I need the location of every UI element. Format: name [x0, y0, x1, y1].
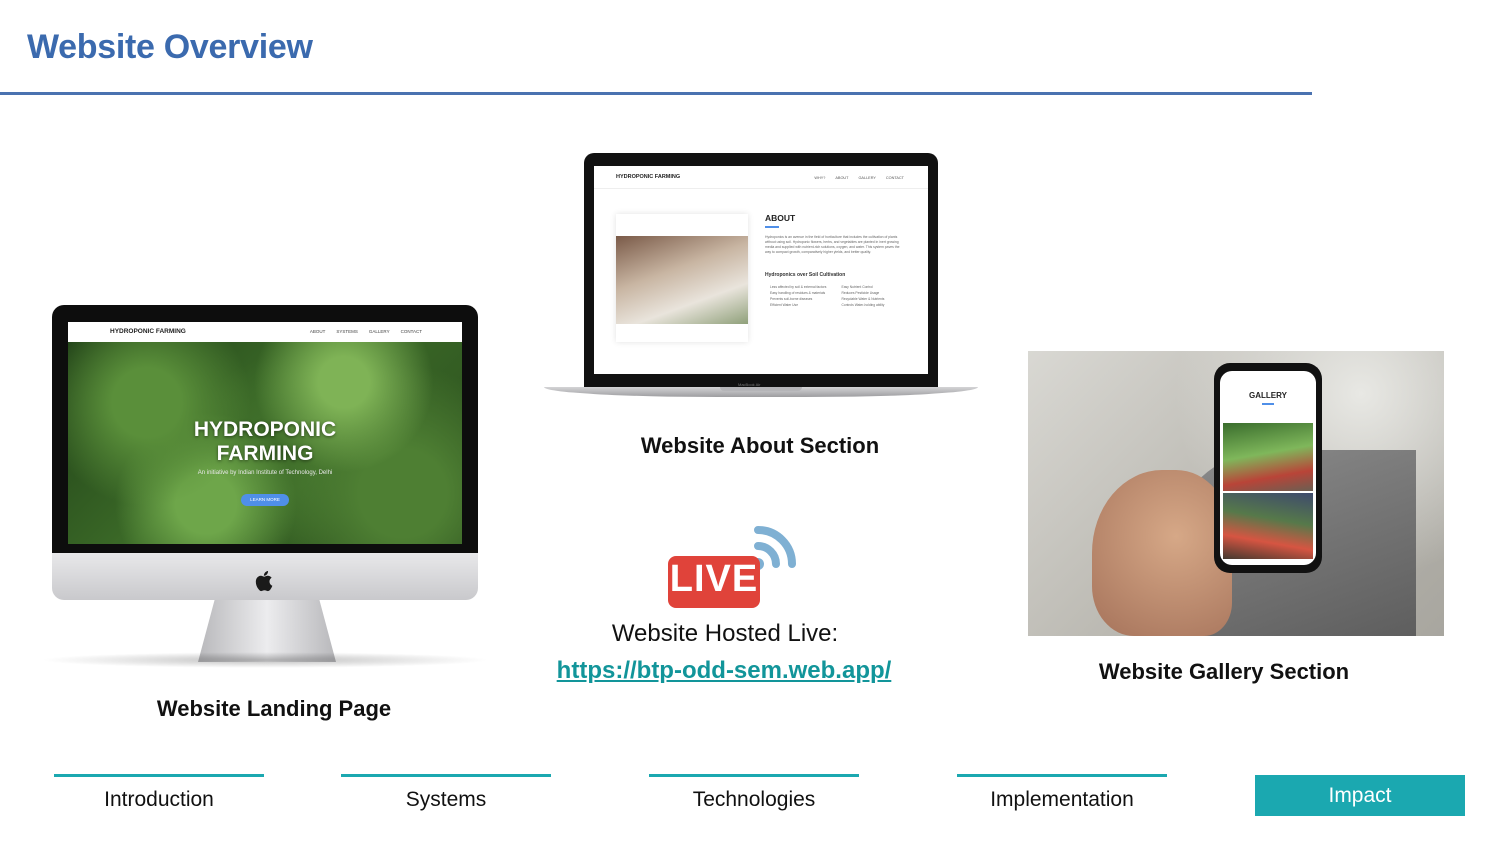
caption-about: Website About Section — [640, 433, 880, 458]
nav-label: Systems — [405, 788, 487, 811]
live-badge-text: LIVE — [669, 558, 759, 600]
nav-label: Technologies — [692, 788, 816, 811]
about-heading-underline — [765, 226, 779, 228]
landing-navbar: HYDROPONIC FARMING ABOUT SYSTEMS GALLERY… — [68, 322, 462, 342]
hosted-live-label: Website Hosted Live: — [611, 620, 839, 647]
landing-brand: HYDROPONIC FARMING — [110, 328, 186, 335]
landing-hero-subtitle: An initiative by Indian Institute of Tec… — [197, 470, 333, 476]
page-title: Website Overview — [27, 28, 313, 66]
about-nav-why: WHY? — [814, 176, 826, 180]
about-brand: HYDROPONIC FARMING — [616, 174, 681, 180]
imac-screen: HYDROPONIC FARMING ABOUT SYSTEMS GALLERY… — [68, 322, 462, 544]
about-bullet-list: Less affected by soil & external factors… — [770, 284, 910, 308]
about-nav-about: ABOUT — [835, 176, 849, 180]
landing-hero-title-line2: FARMING — [216, 442, 314, 465]
nav-label: Introduction — [104, 788, 214, 811]
nav-label: Impact — [1328, 784, 1392, 807]
macbook-notch — [720, 387, 802, 391]
title-divider — [0, 92, 1312, 95]
about-bullet: Efficient Water Use — [770, 303, 799, 307]
nav-indicator — [54, 774, 264, 777]
nav-indicator — [957, 774, 1167, 777]
gallery-title: GALLERY — [1249, 391, 1287, 400]
nav-impact[interactable]: Impact — [1255, 775, 1465, 816]
macbook-screen: HYDROPONIC FARMING WHY? ABOUT GALLERY CO… — [594, 166, 928, 374]
nav-implementation[interactable]: Implementation — [957, 774, 1167, 816]
about-navbar: HYDROPONIC FARMING WHY? ABOUT GALLERY CO… — [594, 166, 928, 189]
about-nav-contact: CONTACT — [885, 176, 904, 180]
gallery-title-underline — [1262, 403, 1274, 405]
landing-nav-links: ABOUT SYSTEMS GALLERY CONTACT — [310, 329, 422, 334]
about-nav-gallery: GALLERY — [858, 176, 876, 180]
nav-indicator — [341, 774, 551, 777]
landing-cta-button: LEARN MORE — [241, 494, 289, 506]
hosted-live-link[interactable]: https://btp-odd-sem.web.app/ — [538, 657, 910, 685]
landing-hero-title-line1: HYDROPONIC — [193, 418, 337, 441]
about-paragraph: Hydroponics is an avenue in the field of… — [765, 235, 900, 254]
landing-nav-about: ABOUT — [309, 329, 326, 334]
nav-introduction[interactable]: Introduction — [54, 774, 264, 816]
gallery-photo-hand-left — [1092, 470, 1232, 636]
landing-nav-contact: CONTACT — [400, 329, 422, 334]
caption-landing: Website Landing Page — [156, 696, 392, 721]
landing-nav-systems: SYSTEMS — [336, 329, 358, 334]
caption-gallery: Website Gallery Section — [1098, 659, 1350, 684]
nav-technologies[interactable]: Technologies — [649, 774, 859, 816]
about-heading: ABOUT — [765, 213, 796, 223]
about-subheading: Hydroponics over Soil Cultivation — [765, 272, 846, 278]
nav-label: Implementation — [990, 788, 1134, 811]
about-nav-links: WHY? ABOUT GALLERY CONTACT — [814, 176, 904, 180]
nav-indicator — [649, 774, 859, 777]
landing-hero-title: HYDROPONIC FARMING — [68, 418, 462, 466]
imac-shadow — [40, 652, 490, 668]
nav-systems[interactable]: Systems — [341, 774, 551, 816]
apple-logo-icon — [255, 569, 275, 599]
landing-nav-gallery: GALLERY — [368, 329, 390, 334]
about-bullet: Controls Water-holding ability — [841, 303, 885, 307]
about-photo — [616, 236, 748, 324]
